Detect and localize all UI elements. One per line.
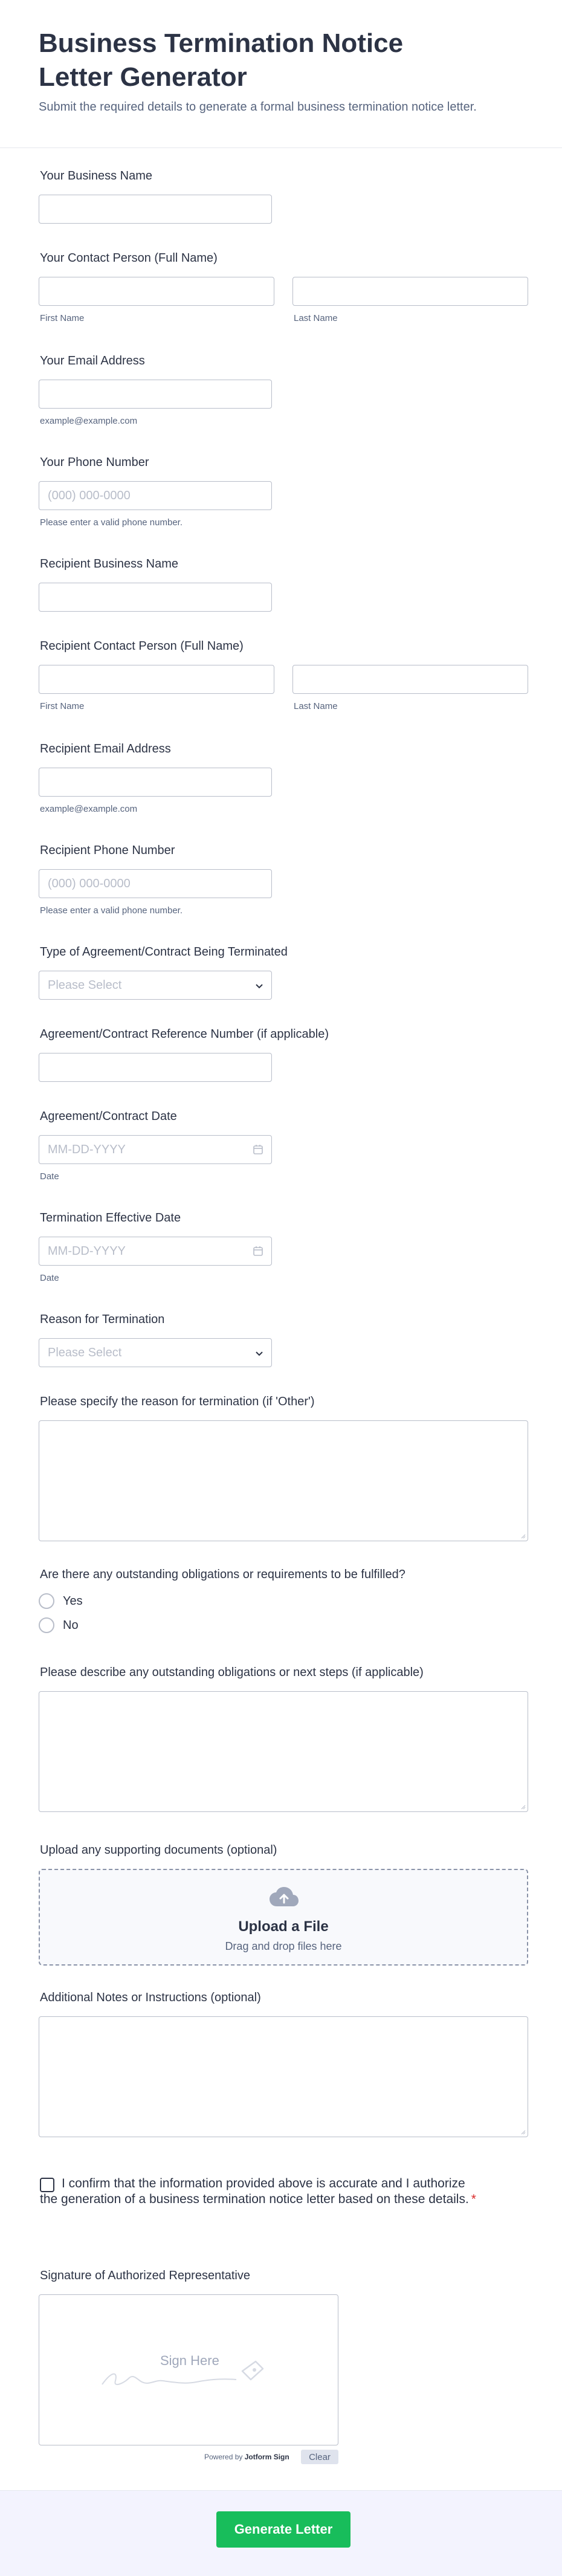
obligations-option-yes[interactable]: Yes <box>39 1593 83 1609</box>
agreement-type-label: Type of Agreement/Contract Being Termina… <box>40 945 288 959</box>
powered-brand: Jotform Sign <box>244 2453 289 2461</box>
recipient-email-input[interactable] <box>39 768 272 797</box>
generate-letter-button[interactable]: Generate Letter <box>216 2511 350 2548</box>
recipient-phone-placeholder: (000) 000-0000 <box>48 876 131 890</box>
signature-label: Signature of Authorized Representative <box>40 2269 250 2282</box>
signature-clear-button[interactable]: Clear <box>301 2450 338 2464</box>
resize-handle-icon[interactable] <box>520 1804 526 1810</box>
obligations-option-no[interactable]: No <box>39 1617 79 1633</box>
recipient-phone-sublabel: Please enter a valid phone number. <box>40 905 182 916</box>
cloud-upload-icon <box>270 1887 299 1906</box>
recipient-phone-input[interactable]: (000) 000-0000 <box>39 869 272 898</box>
phone-sublabel: Please enter a valid phone number. <box>40 517 182 528</box>
agreement-type-select[interactable]: Please Select <box>39 971 272 1000</box>
business-name-label: Your Business Name <box>40 169 153 183</box>
radio-button[interactable] <box>39 1617 54 1633</box>
obligations-label: Are there any outstanding obligations or… <box>40 1568 405 1581</box>
obligations-desc-label: Please describe any outstanding obligati… <box>40 1666 424 1679</box>
contact-person-label: Your Contact Person (Full Name) <box>40 251 218 265</box>
agreement-ref-input[interactable] <box>39 1053 272 1082</box>
recipient-email-sublabel: example@example.com <box>40 804 138 814</box>
option-label: No <box>63 1618 79 1632</box>
confirm-label: I confirm that the information provided … <box>40 2176 469 2206</box>
agreement-date-placeholder: MM-DD-YYYY <box>48 1142 126 1156</box>
business-name-input[interactable] <box>39 195 272 224</box>
file-upload-dropzone[interactable]: Upload a File Drag and drop files here <box>39 1869 528 1966</box>
phone-label: Your Phone Number <box>40 456 149 469</box>
form-header: Business Termination Notice Letter Gener… <box>0 0 562 148</box>
reason-other-label: Please specify the reason for terminatio… <box>40 1395 315 1408</box>
contact-first-name-input[interactable] <box>39 277 274 306</box>
recipient-first-name-sublabel: First Name <box>40 701 85 711</box>
calendar-icon[interactable] <box>252 1144 264 1156</box>
notes-textarea[interactable] <box>39 2016 528 2137</box>
confirm-text: I confirm that the information provided … <box>40 2176 481 2207</box>
phone-input[interactable]: (000) 000-0000 <box>39 481 272 510</box>
notes-label: Additional Notes or Instructions (option… <box>40 1991 261 2004</box>
email-sublabel: example@example.com <box>40 416 138 426</box>
email-input[interactable] <box>39 380 272 409</box>
reason-label: Reason for Termination <box>40 1313 165 1326</box>
agreement-type-placeholder: Please Select <box>48 978 122 992</box>
resize-handle-icon[interactable] <box>520 2129 526 2135</box>
resize-handle-icon[interactable] <box>520 1533 526 1539</box>
page-title: Business Termination Notice Letter Gener… <box>39 28 404 92</box>
calendar-icon[interactable] <box>252 1245 264 1257</box>
agreement-date-sublabel: Date <box>40 1171 59 1182</box>
effective-date-placeholder: MM-DD-YYYY <box>48 1244 126 1258</box>
signature-pad[interactable]: Sign Here <box>39 2294 338 2445</box>
recipient-last-name-input[interactable] <box>292 665 528 694</box>
agreement-date-label: Agreement/Contract Date <box>40 1110 177 1123</box>
recipient-business-input[interactable] <box>39 583 272 612</box>
upload-label: Upload any supporting documents (optiona… <box>40 1843 277 1857</box>
last-name-sublabel: Last Name <box>294 313 338 323</box>
signature-placeholder: Sign Here <box>160 2353 219 2368</box>
radio-button[interactable] <box>39 1593 54 1609</box>
recipient-last-name-sublabel: Last Name <box>294 701 338 711</box>
upload-sub: Drag and drop files here <box>225 1940 342 1952</box>
agreement-date-input[interactable]: MM-DD-YYYY <box>39 1135 272 1164</box>
option-label: Yes <box>63 1594 83 1608</box>
reason-other-textarea[interactable] <box>39 1420 528 1541</box>
effective-date-input[interactable]: MM-DD-YYYY <box>39 1237 272 1266</box>
recipient-email-label: Recipient Email Address <box>40 742 171 756</box>
reason-select[interactable]: Please Select <box>39 1338 272 1367</box>
first-name-sublabel: First Name <box>40 313 85 323</box>
agreement-ref-label: Agreement/Contract Reference Number (if … <box>40 1027 329 1041</box>
chevron-down-icon <box>256 1351 263 1356</box>
effective-date-label: Termination Effective Date <box>40 1211 181 1225</box>
form-card: Business Termination Notice Letter Gener… <box>0 0 562 2576</box>
email-label: Your Email Address <box>40 354 145 367</box>
recipient-phone-label: Recipient Phone Number <box>40 844 175 857</box>
recipient-contact-label: Recipient Contact Person (Full Name) <box>40 639 244 653</box>
contact-last-name-input[interactable] <box>292 277 528 306</box>
form-footer: Generate Letter <box>0 2490 562 2576</box>
chevron-down-icon <box>256 984 263 989</box>
effective-date-sublabel: Date <box>40 1273 59 1283</box>
required-asterisk: * <box>471 2192 476 2206</box>
phone-placeholder: (000) 000-0000 <box>48 488 131 502</box>
obligations-desc-textarea[interactable] <box>39 1691 528 1812</box>
recipient-first-name-input[interactable] <box>39 665 274 694</box>
reason-placeholder: Please Select <box>48 1345 122 1359</box>
powered-prefix: Powered by <box>204 2453 243 2461</box>
upload-title: Upload a File <box>238 1918 329 1935</box>
page-subtitle: Submit the required details to generate … <box>39 100 477 114</box>
powered-by: Powered by Jotform Sign <box>204 2453 289 2461</box>
recipient-business-label: Recipient Business Name <box>40 557 178 571</box>
